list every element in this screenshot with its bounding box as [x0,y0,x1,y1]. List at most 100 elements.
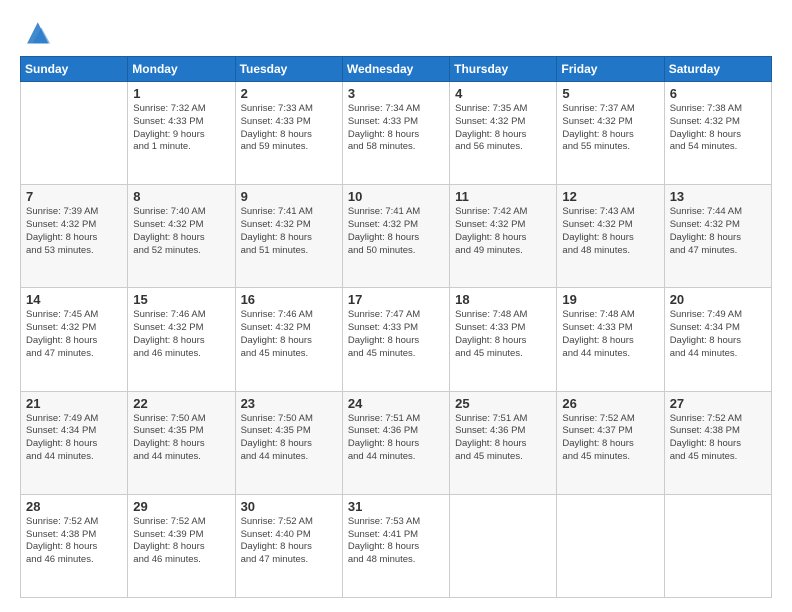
calendar-cell [450,494,557,597]
weekday-header-thursday: Thursday [450,57,557,82]
calendar-cell: 12Sunrise: 7:43 AMSunset: 4:32 PMDayligh… [557,185,664,288]
day-info: Sunrise: 7:50 AMSunset: 4:35 PMDaylight:… [133,413,229,464]
day-number: 26 [562,396,658,411]
calendar-cell: 16 Sunrise: 7:46 AMSunset: 4:32 PMDayligh… [235,288,342,391]
calendar-cell [664,494,771,597]
day-number: 20 [670,292,766,307]
day-info: Sunrise: 7:41 AMSunset: 4:32 PMDaylight:… [348,206,444,257]
day-info: Sunrise: 7:32 AMSunset: 4:33 PMDaylight:… [133,103,229,154]
logo-icon [20,18,52,46]
calendar-cell: 28 Sunrise: 7:52 AMSunset: 4:38 PMDayligh… [21,494,128,597]
calendar-cell: 11 Sunrise: 7:42 AMSunset: 4:32 PMDayligh… [450,185,557,288]
day-info: Sunrise: 7:48 AMSunset: 4:33 PMDaylight:… [455,309,551,360]
day-number: 21 [26,396,122,411]
calendar-cell: 9Sunrise: 7:41 AMSunset: 4:32 PMDaylight… [235,185,342,288]
day-info: Sunrise: 7:52 AMSunset: 4:39 PMDaylight:… [133,516,229,567]
calendar-cell: 21 Sunrise: 7:49 AMSunset: 4:34 PMDayligh… [21,391,128,494]
day-number: 5 [562,86,658,101]
day-info: Sunrise: 7:47 AMSunset: 4:33 PMDaylight:… [348,309,444,360]
logo [20,18,56,46]
calendar-cell: 31 Sunrise: 7:53 AMSunset: 4:41 PMDayligh… [342,494,449,597]
day-number: 3 [348,86,444,101]
day-number: 19 [562,292,658,307]
calendar-cell: 22Sunrise: 7:50 AMSunset: 4:35 PMDayligh… [128,391,235,494]
week-row-3: 21 Sunrise: 7:49 AMSunset: 4:34 PMDayligh… [21,391,772,494]
day-number: 11 [455,189,551,204]
calendar-cell: 14Sunrise: 7:45 AMSunset: 4:32 PMDayligh… [21,288,128,391]
day-number: 18 [455,292,551,307]
day-number: 14 [26,292,122,307]
week-row-4: 28 Sunrise: 7:52 AMSunset: 4:38 PMDayligh… [21,494,772,597]
weekday-header-tuesday: Tuesday [235,57,342,82]
calendar-cell: 29 Sunrise: 7:52 AMSunset: 4:39 PMDayligh… [128,494,235,597]
day-number: 24 [348,396,444,411]
day-info: Sunrise: 7:37 AMSunset: 4:32 PMDaylight:… [562,103,658,154]
calendar-cell: 19 Sunrise: 7:48 AMSunset: 4:33 PMDayligh… [557,288,664,391]
calendar-cell: 6Sunrise: 7:38 AMSunset: 4:32 PMDaylight… [664,82,771,185]
day-info: Sunrise: 7:39 AMSunset: 4:32 PMDaylight:… [26,206,122,257]
calendar-cell: 1 Sunrise: 7:32 AMSunset: 4:33 PMDaylight… [128,82,235,185]
day-info: Sunrise: 7:52 AMSunset: 4:38 PMDaylight:… [26,516,122,567]
day-info: Sunrise: 7:46 AMSunset: 4:32 PMDaylight:… [241,309,337,360]
day-number: 25 [455,396,551,411]
day-info: Sunrise: 7:51 AMSunset: 4:36 PMDaylight:… [455,413,551,464]
week-row-1: 7Sunrise: 7:39 AMSunset: 4:32 PMDaylight… [21,185,772,288]
header [20,18,772,46]
calendar-cell: 23Sunrise: 7:50 AMSunset: 4:35 PMDayligh… [235,391,342,494]
calendar-cell: 30 Sunrise: 7:52 AMSunset: 4:40 PMDayligh… [235,494,342,597]
day-number: 16 [241,292,337,307]
day-number: 13 [670,189,766,204]
day-info: Sunrise: 7:33 AMSunset: 4:33 PMDaylight:… [241,103,337,154]
day-info: Sunrise: 7:35 AMSunset: 4:32 PMDaylight:… [455,103,551,154]
week-row-0: 1 Sunrise: 7:32 AMSunset: 4:33 PMDaylight… [21,82,772,185]
day-info: Sunrise: 7:44 AMSunset: 4:32 PMDaylight:… [670,206,766,257]
calendar-cell: 2 Sunrise: 7:33 AMSunset: 4:33 PMDaylight… [235,82,342,185]
day-info: Sunrise: 7:34 AMSunset: 4:33 PMDaylight:… [348,103,444,154]
day-number: 4 [455,86,551,101]
day-info: Sunrise: 7:38 AMSunset: 4:32 PMDaylight:… [670,103,766,154]
day-number: 10 [348,189,444,204]
day-number: 30 [241,499,337,514]
day-number: 28 [26,499,122,514]
day-number: 8 [133,189,229,204]
day-number: 29 [133,499,229,514]
day-info: Sunrise: 7:52 AMSunset: 4:38 PMDaylight:… [670,413,766,464]
calendar-cell: 8 Sunrise: 7:40 AMSunset: 4:32 PMDaylight… [128,185,235,288]
calendar-cell: 25 Sunrise: 7:51 AMSunset: 4:36 PMDayligh… [450,391,557,494]
day-info: Sunrise: 7:40 AMSunset: 4:32 PMDaylight:… [133,206,229,257]
weekday-header-monday: Monday [128,57,235,82]
weekday-header-sunday: Sunday [21,57,128,82]
weekday-header-friday: Friday [557,57,664,82]
day-info: Sunrise: 7:52 AMSunset: 4:40 PMDaylight:… [241,516,337,567]
day-number: 27 [670,396,766,411]
day-number: 1 [133,86,229,101]
day-info: Sunrise: 7:46 AMSunset: 4:32 PMDaylight:… [133,309,229,360]
calendar-cell: 18 Sunrise: 7:48 AMSunset: 4:33 PMDayligh… [450,288,557,391]
day-number: 31 [348,499,444,514]
day-info: Sunrise: 7:49 AMSunset: 4:34 PMDaylight:… [670,309,766,360]
day-number: 23 [241,396,337,411]
day-info: Sunrise: 7:51 AMSunset: 4:36 PMDaylight:… [348,413,444,464]
day-info: Sunrise: 7:53 AMSunset: 4:41 PMDaylight:… [348,516,444,567]
calendar-cell: 3 Sunrise: 7:34 AMSunset: 4:33 PMDaylight… [342,82,449,185]
calendar-table: SundayMondayTuesdayWednesdayThursdayFrid… [20,56,772,598]
weekday-header-wednesday: Wednesday [342,57,449,82]
day-number: 17 [348,292,444,307]
page: SundayMondayTuesdayWednesdayThursdayFrid… [0,0,792,612]
day-info: Sunrise: 7:42 AMSunset: 4:32 PMDaylight:… [455,206,551,257]
calendar-cell: 27 Sunrise: 7:52 AMSunset: 4:38 PMDayligh… [664,391,771,494]
day-info: Sunrise: 7:48 AMSunset: 4:33 PMDaylight:… [562,309,658,360]
calendar-cell [21,82,128,185]
calendar-cell: 17 Sunrise: 7:47 AMSunset: 4:33 PMDayligh… [342,288,449,391]
week-row-2: 14Sunrise: 7:45 AMSunset: 4:32 PMDayligh… [21,288,772,391]
calendar-cell: 13 Sunrise: 7:44 AMSunset: 4:32 PMDayligh… [664,185,771,288]
calendar-cell: 15 Sunrise: 7:46 AMSunset: 4:32 PMDayligh… [128,288,235,391]
calendar-cell: 20 Sunrise: 7:49 AMSunset: 4:34 PMDayligh… [664,288,771,391]
calendar-cell [557,494,664,597]
day-number: 15 [133,292,229,307]
day-info: Sunrise: 7:52 AMSunset: 4:37 PMDaylight:… [562,413,658,464]
day-number: 2 [241,86,337,101]
day-info: Sunrise: 7:49 AMSunset: 4:34 PMDaylight:… [26,413,122,464]
day-number: 9 [241,189,337,204]
day-info: Sunrise: 7:43 AMSunset: 4:32 PMDaylight:… [562,206,658,257]
